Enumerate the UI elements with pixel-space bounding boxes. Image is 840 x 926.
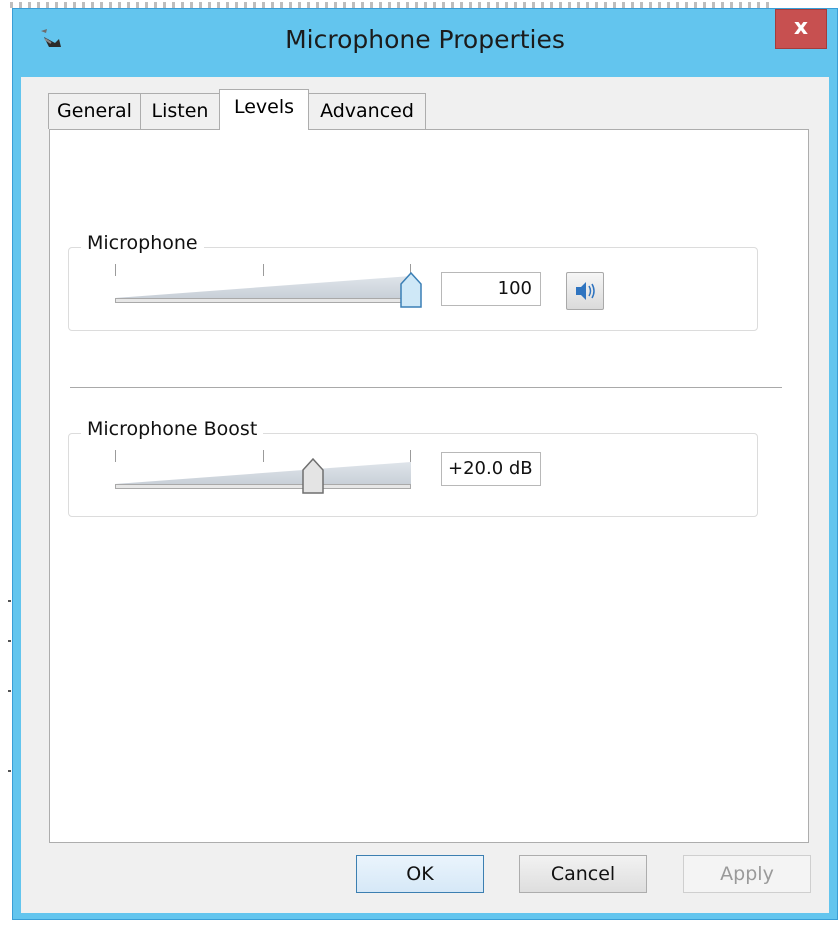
speaker-icon	[576, 282, 595, 300]
dialog-body: General Listen Levels Advanced Microphon…	[21, 77, 829, 913]
background-tick	[8, 690, 11, 692]
tab-general[interactable]: General	[48, 93, 141, 129]
background-tick	[8, 640, 11, 642]
microphone-boost-value[interactable]: +20.0 dB	[441, 452, 541, 486]
tab-levels[interactable]: Levels	[219, 89, 309, 130]
apply-button[interactable]: Apply	[683, 855, 811, 893]
microphone-boost-group: Microphone Boost +20.0 dB	[68, 418, 758, 517]
window-title: Microphone Properties	[285, 25, 565, 54]
boost-slider-thumb[interactable]	[302, 458, 325, 494]
microphone-boost-slider[interactable]	[115, 448, 415, 498]
levels-tab-panel: Microphone 100 Microphone Boost +20.0 dB	[49, 129, 809, 843]
microphone-boost-label: Microphone Boost	[81, 418, 264, 440]
close-button[interactable]: x	[775, 9, 827, 49]
cancel-button[interactable]: Cancel	[519, 855, 647, 893]
microphone-properties-dialog: Microphone Properties x General Listen L…	[12, 8, 838, 920]
section-divider	[70, 387, 782, 388]
microphone-level-slider[interactable]	[115, 262, 422, 312]
background-tick	[8, 770, 11, 772]
microphone-slider-thumb[interactable]	[400, 272, 422, 308]
microphone-level-value[interactable]: 100	[441, 272, 541, 306]
ok-button[interactable]: OK	[356, 855, 484, 893]
tab-advanced[interactable]: Advanced	[308, 93, 426, 129]
microphone-group: Microphone 100	[68, 232, 758, 331]
background-tick	[8, 600, 11, 602]
microphone-mute-button[interactable]	[566, 272, 604, 310]
title-bar[interactable]: Microphone Properties x	[13, 9, 837, 77]
tab-listen[interactable]: Listen	[140, 93, 220, 129]
microphone-label: Microphone	[81, 232, 204, 254]
